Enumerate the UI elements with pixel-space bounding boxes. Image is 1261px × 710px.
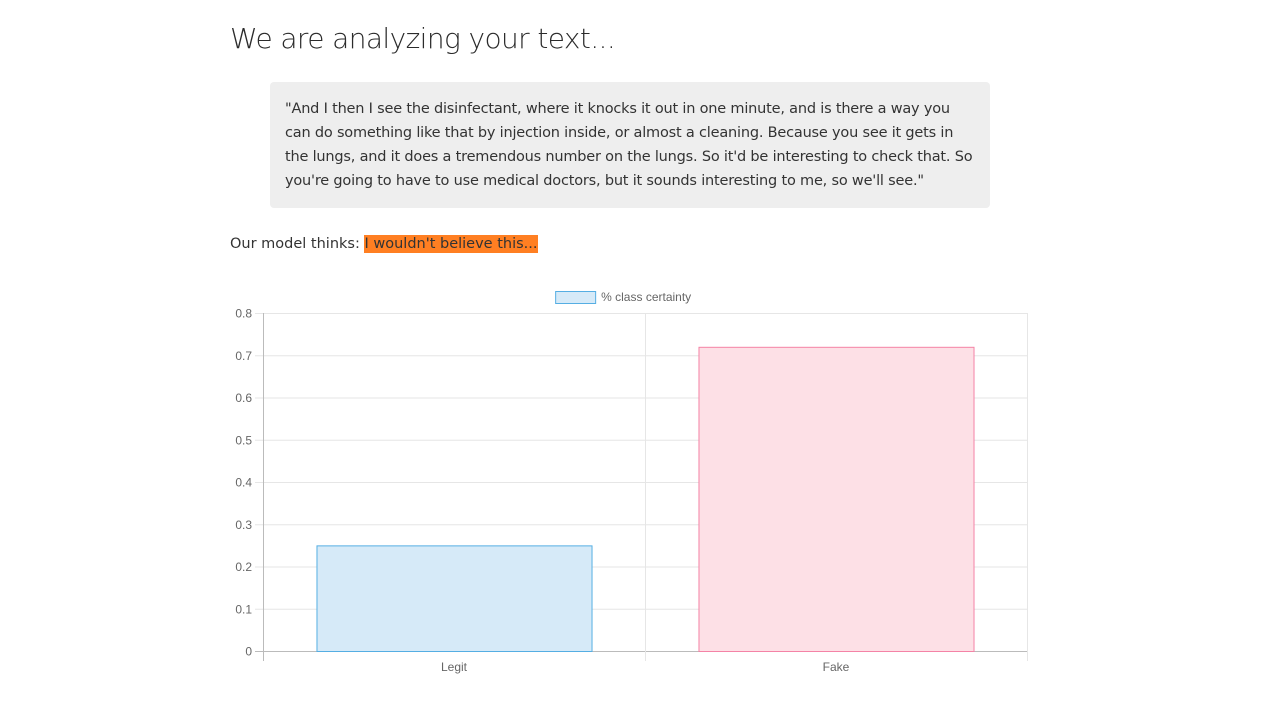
legend-swatch bbox=[555, 291, 597, 304]
x-tick-label: Fake bbox=[823, 660, 850, 674]
y-tick-label: 0.4 bbox=[235, 476, 252, 490]
bar-legit bbox=[316, 545, 593, 652]
x-tick-label: Legit bbox=[441, 660, 468, 674]
model-verdict: Our model thinks: I wouldn't believe thi… bbox=[230, 234, 538, 254]
y-tick-label: 0.3 bbox=[235, 518, 252, 532]
y-tick-label: 0.7 bbox=[235, 349, 252, 363]
y-tick-label: 0.8 bbox=[235, 307, 252, 321]
bar-fake bbox=[698, 346, 975, 652]
y-tick-label: 0 bbox=[245, 645, 252, 659]
analyzed-text-quote: "And I then I see the disinfectant, wher… bbox=[270, 82, 990, 208]
y-tick-label: 0.6 bbox=[235, 391, 252, 405]
y-tick-label: 0.5 bbox=[235, 433, 252, 447]
y-tick-label: 0.2 bbox=[235, 560, 252, 574]
verdict-label: I wouldn't believe this... bbox=[364, 235, 538, 253]
page-title: We are analyzing your text... bbox=[230, 22, 616, 55]
legend-label: % class certainty bbox=[601, 290, 691, 304]
y-tick-label: 0.1 bbox=[235, 602, 252, 616]
verdict-prefix: Our model thinks: bbox=[230, 236, 360, 252]
